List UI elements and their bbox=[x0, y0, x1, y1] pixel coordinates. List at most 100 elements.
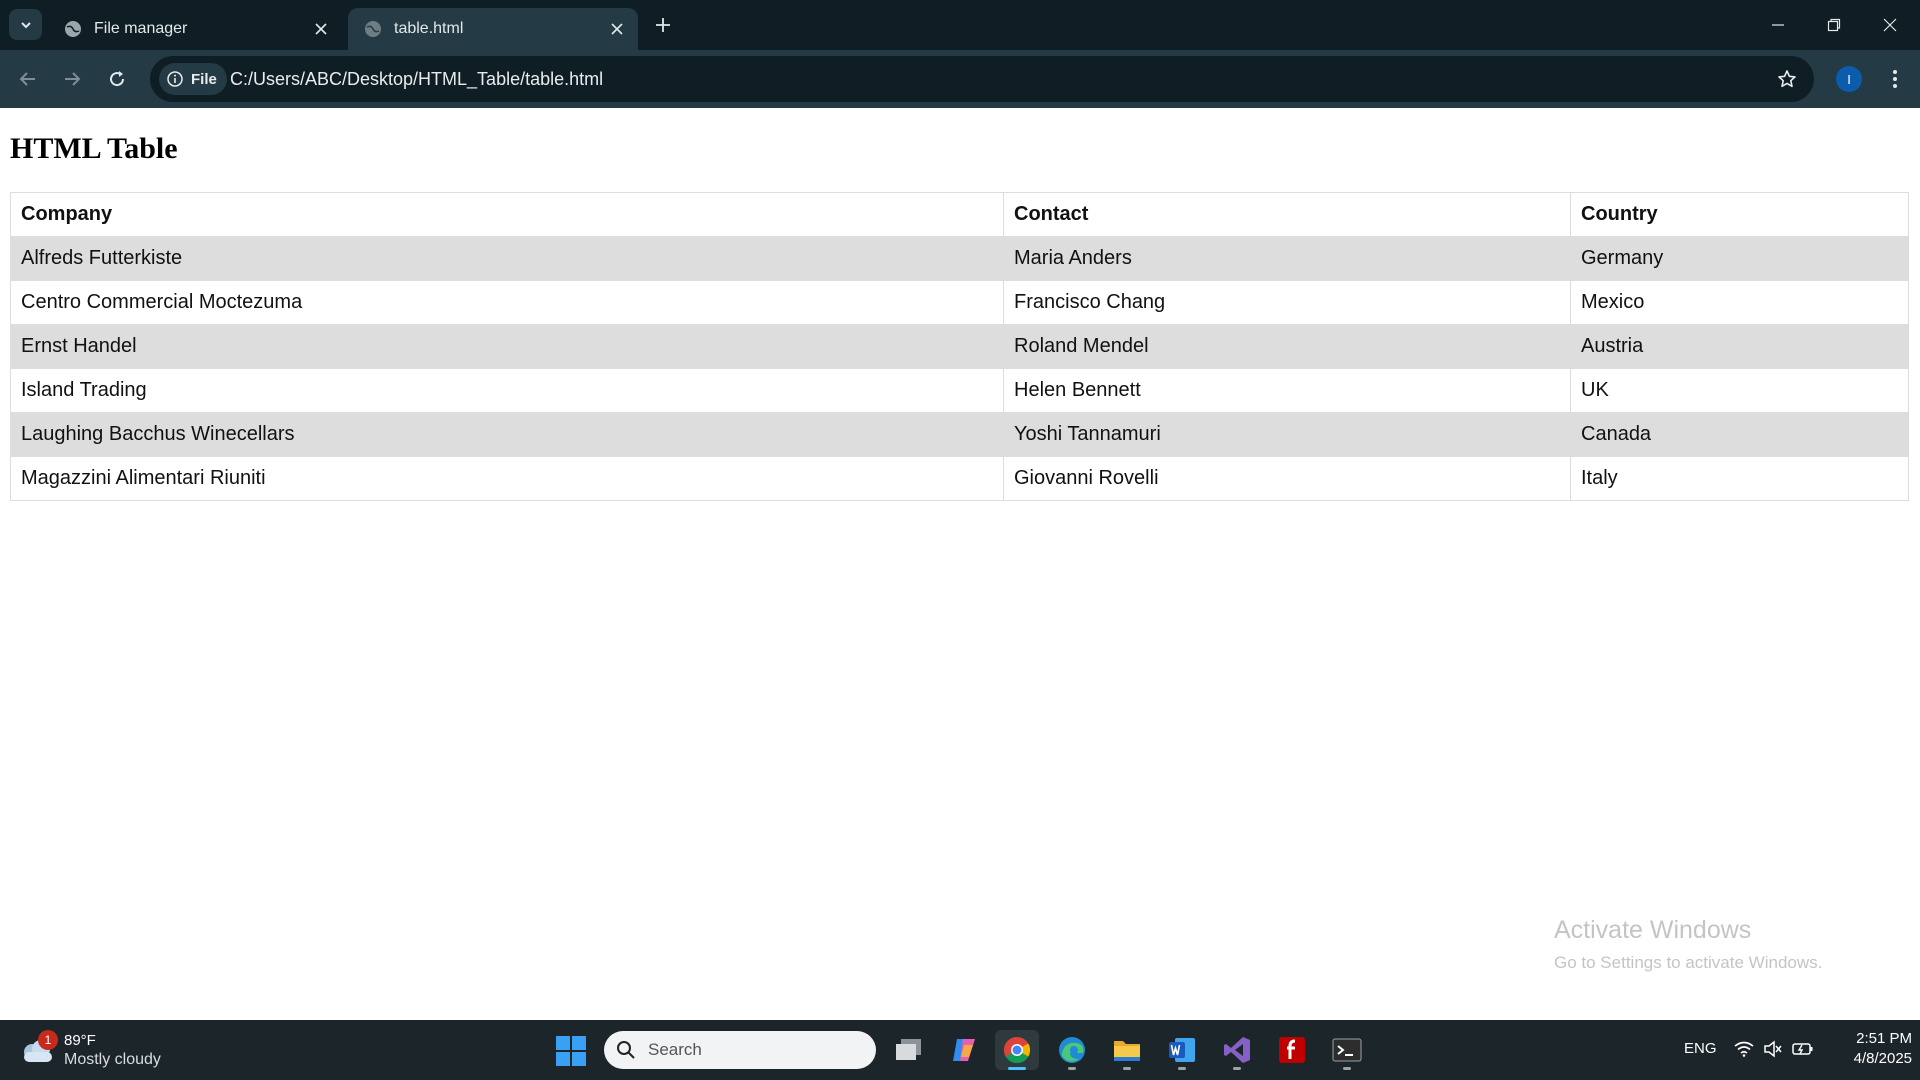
site-info-chip[interactable]: File bbox=[159, 63, 227, 95]
terminal-button[interactable] bbox=[1325, 1030, 1369, 1070]
restore-button[interactable] bbox=[1806, 0, 1862, 50]
file-explorer-button[interactable] bbox=[1105, 1030, 1149, 1070]
cell-company: Ernst Handel bbox=[10, 324, 1004, 369]
watermark-title: Activate Windows bbox=[1554, 916, 1752, 944]
cell-company: Island Trading bbox=[10, 368, 1004, 413]
chrome-icon bbox=[1003, 1036, 1031, 1064]
chevron-down-icon bbox=[20, 21, 31, 28]
cell-country: Canada bbox=[1570, 412, 1909, 457]
cell-contact: Giovanni Rovelli bbox=[1003, 456, 1571, 501]
url-text[interactable]: C:/Users/ABC/Desktop/HTML_Table/table.ht… bbox=[230, 69, 603, 90]
search-placeholder: Search bbox=[648, 1040, 702, 1059]
clock-time: 2:51 PM bbox=[1856, 1030, 1912, 1047]
tab-search-button[interactable] bbox=[9, 9, 42, 40]
terminal-icon bbox=[1332, 1038, 1362, 1062]
table-row: Alfreds Futterkiste Maria Anders Germany bbox=[10, 236, 1909, 281]
clock-date: 4/8/2025 bbox=[1853, 1050, 1912, 1067]
cell-country: Austria bbox=[1570, 324, 1909, 369]
cell-country: Mexico bbox=[1570, 280, 1909, 325]
filezilla-button[interactable] bbox=[1270, 1030, 1314, 1070]
back-button[interactable] bbox=[12, 63, 44, 95]
copilot-button[interactable] bbox=[942, 1030, 986, 1070]
tab-title: File manager bbox=[94, 20, 188, 37]
task-view-button[interactable] bbox=[887, 1030, 931, 1070]
bookmark-button[interactable] bbox=[1774, 66, 1800, 92]
more-vertical-icon bbox=[1893, 70, 1897, 88]
site-chip-label: File bbox=[191, 70, 217, 88]
globe-icon bbox=[365, 21, 381, 37]
address-bar[interactable]: File C:/Users/ABC/Desktop/HTML_Table/tab… bbox=[150, 56, 1814, 102]
table-row: Centro Commercial Moctezuma Francisco Ch… bbox=[10, 280, 1909, 325]
minimize-button[interactable] bbox=[1750, 0, 1806, 50]
chrome-button[interactable] bbox=[995, 1030, 1039, 1070]
weather-widget[interactable]: 1 89°F Mostly cloudy bbox=[20, 1030, 180, 1072]
close-window-button[interactable] bbox=[1862, 0, 1918, 50]
edge-button[interactable] bbox=[1050, 1030, 1094, 1070]
tab-table-html[interactable]: table.html bbox=[348, 8, 638, 50]
table-row: Ernst Handel Roland Mendel Austria bbox=[10, 324, 1909, 369]
page-heading: HTML Table bbox=[10, 132, 178, 165]
wifi-icon[interactable] bbox=[1733, 1038, 1755, 1060]
arrow-right-icon bbox=[65, 72, 81, 86]
page-viewport: HTML Table Company Contact Country Alfre… bbox=[0, 108, 1920, 1020]
start-button[interactable] bbox=[556, 1036, 586, 1066]
notification-badge: 1 bbox=[38, 1030, 58, 1050]
arrow-left-icon bbox=[19, 72, 35, 86]
close-icon[interactable] bbox=[606, 18, 628, 40]
cell-company: Alfreds Futterkiste bbox=[10, 236, 1004, 281]
system-clock[interactable]: 2:51 PM 4/8/2025 bbox=[1830, 1029, 1912, 1069]
globe-icon bbox=[65, 21, 81, 37]
copilot-icon bbox=[953, 1039, 975, 1061]
cell-company: Magazzini Alimentari Riuniti bbox=[10, 456, 1004, 501]
reload-button[interactable] bbox=[101, 63, 133, 95]
windows-logo-icon bbox=[556, 1036, 570, 1050]
cell-contact: Yoshi Tannamuri bbox=[1003, 412, 1571, 457]
restore-icon bbox=[1827, 18, 1841, 32]
search-icon bbox=[617, 1041, 635, 1059]
cell-country: UK bbox=[1570, 368, 1909, 413]
edge-icon bbox=[1059, 1037, 1085, 1063]
close-icon[interactable] bbox=[310, 18, 332, 40]
folder-icon bbox=[1114, 1041, 1140, 1061]
visual-studio-button[interactable] bbox=[1215, 1030, 1259, 1070]
profile-avatar[interactable]: I bbox=[1836, 66, 1862, 92]
tab-title: table.html bbox=[394, 20, 464, 37]
weather-condition: Mostly cloudy bbox=[64, 1051, 161, 1068]
word-button[interactable] bbox=[1160, 1030, 1204, 1070]
language-indicator[interactable]: ENG bbox=[1684, 1040, 1717, 1057]
new-tab-button[interactable] bbox=[650, 12, 676, 38]
taskbar: 1 89°F Mostly cloudy Search ENG 2:51 PM … bbox=[0, 1020, 1920, 1080]
weather-temperature: 89°F bbox=[64, 1032, 96, 1049]
browser-toolbar: File C:/Users/ABC/Desktop/HTML_Table/tab… bbox=[0, 50, 1920, 108]
browser-titlebar: File manager table.html bbox=[0, 0, 1920, 50]
column-header-country: Country bbox=[1570, 192, 1909, 237]
volume-muted-icon[interactable] bbox=[1762, 1038, 1784, 1060]
cell-company: Laughing Bacchus Winecellars bbox=[10, 412, 1004, 457]
task-view-icon bbox=[896, 1039, 921, 1060]
plus-icon bbox=[656, 18, 670, 32]
word-icon bbox=[1169, 1038, 1195, 1062]
table-row: Island Trading Helen Bennett UK bbox=[10, 368, 1909, 413]
column-header-company: Company bbox=[10, 192, 1004, 237]
table-row: Magazzini Alimentari Riuniti Giovanni Ro… bbox=[10, 456, 1909, 501]
watermark-subtitle: Go to Settings to activate Windows. bbox=[1554, 953, 1823, 972]
table-row: Laughing Bacchus Winecellars Yoshi Tanna… bbox=[10, 412, 1909, 457]
reload-icon bbox=[110, 71, 125, 87]
activation-watermark: Activate Windows Go to Settings to activ… bbox=[1554, 916, 1822, 973]
info-icon bbox=[167, 71, 183, 87]
filezilla-icon bbox=[1279, 1037, 1305, 1063]
cell-company: Centro Commercial Moctezuma bbox=[10, 280, 1004, 325]
data-table: Company Contact Country Alfreds Futterki… bbox=[10, 192, 1909, 501]
minimize-icon bbox=[1772, 24, 1784, 26]
browser-menu-button[interactable] bbox=[1880, 63, 1910, 95]
cell-country: Germany bbox=[1570, 236, 1909, 281]
cell-contact: Roland Mendel bbox=[1003, 324, 1571, 369]
cell-contact: Maria Anders bbox=[1003, 236, 1571, 281]
taskbar-search[interactable]: Search bbox=[604, 1031, 876, 1069]
visual-studio-icon bbox=[1224, 1037, 1250, 1063]
battery-charging-icon[interactable] bbox=[1792, 1038, 1814, 1060]
cell-contact: Helen Bennett bbox=[1003, 368, 1571, 413]
forward-button[interactable] bbox=[56, 63, 88, 95]
cell-country: Italy bbox=[1570, 456, 1909, 501]
tab-file-manager[interactable]: File manager bbox=[48, 8, 342, 50]
